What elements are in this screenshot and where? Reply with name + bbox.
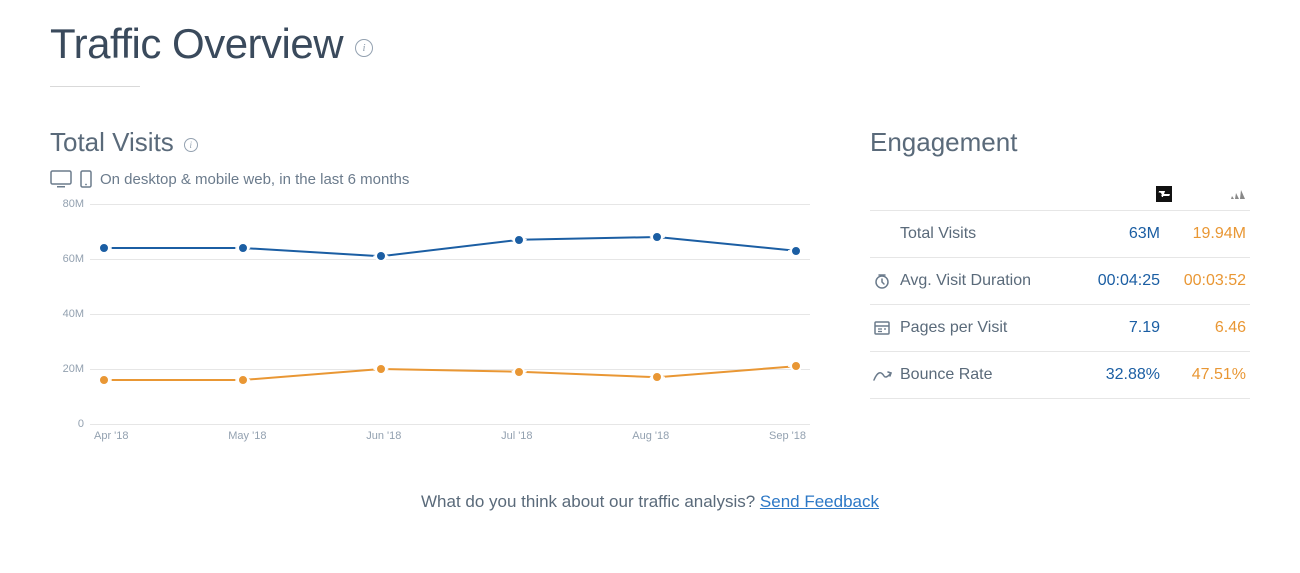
chart-y-tick: 20M [50,363,84,375]
engagement-label: Pages per Visit [894,319,1074,337]
engagement-value-a: 32.88% [1074,366,1160,384]
feedback-row: What do you think about our traffic anal… [50,492,1250,512]
chart-point[interactable] [513,234,525,246]
bounce-icon [870,367,894,383]
total-visits-chart: 020M40M60M80M [90,204,810,424]
chart-y-tick: 0 [50,418,84,430]
chart-x-tick: Jun '18 [366,430,401,442]
brand-adidas-icon [1230,186,1246,202]
engagement-value-a: 7.19 [1074,319,1160,337]
chart-point[interactable] [790,360,802,372]
total-visits-subtitle-row: On desktop & mobile web, in the last 6 m… [50,170,810,188]
chart-point[interactable] [98,242,110,254]
engagement-label: Total Visits [894,225,1074,243]
engagement-value-b: 47.51% [1160,366,1246,384]
feedback-prompt: What do you think about our traffic anal… [421,492,760,511]
chart-x-tick: Sep '18 [769,430,806,442]
chart-x-tick: May '18 [228,430,266,442]
chart-y-tick: 60M [50,253,84,265]
title-divider [50,86,140,87]
chart-point[interactable] [651,231,663,243]
desktop-icon [50,170,72,188]
chart-x-tick: Jul '18 [501,430,532,442]
engagement-value-b: 00:03:52 [1160,272,1246,290]
engagement-brands-row [870,186,1250,210]
engagement-value-a: 63M [1074,225,1160,243]
engagement-panel: Engagement Total Visits 63M [870,127,1250,442]
clock-icon [870,272,894,290]
total-visits-title-text: Total Visits [50,127,174,158]
engagement-row-total-visits: Total Visits 63M 19.94M [870,210,1250,257]
total-visits-subtitle: On desktop & mobile web, in the last 6 m… [100,171,409,188]
engagement-value-b: 19.94M [1160,225,1246,243]
engagement-label: Bounce Rate [894,366,1074,384]
engagement-row-avg-duration: Avg. Visit Duration 00:04:25 00:03:52 [870,257,1250,304]
page-title: Traffic Overview [50,20,343,68]
engagement-row-bounce-rate: Bounce Rate 32.88% 47.51% [870,351,1250,399]
chart-point[interactable] [513,366,525,378]
chart-y-tick: 40M [50,308,84,320]
page-title-row: Traffic Overview i [50,20,1250,68]
chart-point[interactable] [375,363,387,375]
chart-point[interactable] [237,242,249,254]
chart-point[interactable] [98,374,110,386]
info-icon[interactable]: i [184,138,198,152]
engagement-value-b: 6.46 [1160,319,1246,337]
info-icon[interactable]: i [355,39,373,57]
engagement-row-pages-per-visit: Pages per Visit 7.19 6.46 [870,304,1250,351]
pages-icon [870,319,894,337]
chart-y-tick: 80M [50,198,84,210]
engagement-title: Engagement [870,127,1250,158]
total-visits-title: Total Visits i [50,127,810,158]
chart-point[interactable] [375,250,387,262]
chart-x-tick: Apr '18 [94,430,129,442]
engagement-value-a: 00:04:25 [1074,272,1160,290]
engagement-label: Avg. Visit Duration [894,272,1074,290]
chart-x-tick: Aug '18 [632,430,669,442]
send-feedback-link[interactable]: Send Feedback [760,492,879,511]
mobile-icon [80,170,92,188]
chart-point[interactable] [237,374,249,386]
brand-nike-icon [1156,186,1172,202]
chart-point[interactable] [790,245,802,257]
chart-point[interactable] [651,371,663,383]
total-visits-panel: Total Visits i On desktop & mobile we [50,127,810,442]
chart-x-axis: Apr '18 May '18 Jun '18 Jul '18 Aug '18 Sep '… [90,430,810,442]
